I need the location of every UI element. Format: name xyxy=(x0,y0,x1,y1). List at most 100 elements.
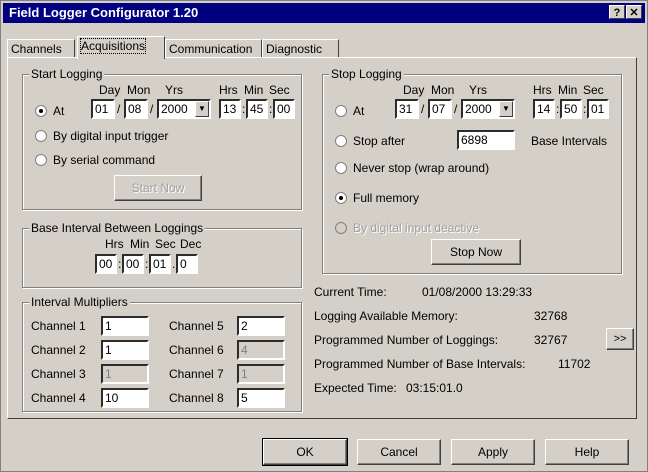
start-sec-header: Sec xyxy=(269,83,290,97)
time-separator: : xyxy=(269,102,273,116)
start-sec-field[interactable]: 00 xyxy=(273,99,295,119)
num-loggings-label: Programmed Number of Loggings: xyxy=(314,333,499,347)
configurator-window: Field Logger Configurator 1.20 ? ✕ Chann… xyxy=(0,0,648,472)
tab-acquisitions[interactable]: Acquisitions xyxy=(77,36,165,59)
channel-4-field[interactable]: 10 xyxy=(101,388,149,408)
time-separator: : xyxy=(556,102,560,116)
interval-multipliers-title: Interval Multipliers xyxy=(29,295,130,309)
channel-8-label: Channel 8 xyxy=(169,391,224,405)
num-base-label: Programmed Number of Base Intervals: xyxy=(314,357,526,371)
stop-hrs-header: Hrs xyxy=(533,83,552,97)
base-sec-field[interactable]: 01 xyxy=(149,254,171,274)
stop-hrs-field[interactable]: 14 xyxy=(533,99,555,119)
stop-mon-header: Mon xyxy=(431,83,455,97)
channel-4-label: Channel 4 xyxy=(31,391,86,405)
apply-button[interactable]: Apply xyxy=(451,439,535,465)
expected-time-label: Expected Time: xyxy=(314,381,397,395)
tab-communication[interactable]: Communication xyxy=(165,39,262,58)
start-mon-field[interactable]: 08 xyxy=(124,99,148,119)
stop-after-field[interactable]: 6898 xyxy=(457,130,515,150)
radio-icon xyxy=(35,154,47,166)
tab-channels-label: Channels xyxy=(11,42,62,56)
start-yrs-header: Yrs xyxy=(165,83,183,97)
date-separator: / xyxy=(150,102,154,116)
time-separator: : xyxy=(583,102,587,116)
tab-diagnostic[interactable]: Diagnostic xyxy=(262,39,339,58)
date-separator: / xyxy=(454,102,458,116)
base-min-header: Min xyxy=(130,237,150,251)
radio-icon xyxy=(35,130,47,142)
channel-3-label: Channel 3 xyxy=(31,367,86,381)
stop-logging-title: Stop Logging xyxy=(329,67,404,81)
tab-acquisitions-label: Acquisitions xyxy=(79,38,147,54)
start-day-field[interactable]: 01 xyxy=(91,99,115,119)
start-yrs-select[interactable]: 2000 ▼ xyxy=(157,99,211,119)
never-stop-label: Never stop (wrap around) xyxy=(353,161,490,175)
title-bar: Field Logger Configurator 1.20 ? ✕ xyxy=(3,3,645,23)
help-title-button[interactable]: ? xyxy=(609,5,625,19)
stop-yrs-header: Yrs xyxy=(469,83,487,97)
expected-time-value: 03:15:01.0 xyxy=(406,381,463,395)
start-now-button[interactable]: Start Now xyxy=(114,175,202,201)
channel-2-field[interactable]: 1 xyxy=(101,340,149,360)
current-time-label: Current Time: xyxy=(314,285,387,299)
radio-icon xyxy=(335,222,347,234)
channel-5-label: Channel 5 xyxy=(169,319,224,333)
base-interval-title: Base Interval Between Loggings xyxy=(29,221,206,235)
memory-value: 32768 xyxy=(534,309,568,323)
radio-selected-icon xyxy=(35,105,47,117)
channel-5-field[interactable]: 2 xyxy=(237,316,285,336)
stop-mon-field[interactable]: 07 xyxy=(428,99,452,119)
base-hrs-field[interactable]: 00 xyxy=(95,254,117,274)
stop-logging-group: Stop Logging Day Mon Yrs Hrs Min Sec At … xyxy=(322,67,622,274)
digital-deactive-label: By digital input deactive xyxy=(353,221,480,235)
stop-sec-field[interactable]: 01 xyxy=(587,99,609,119)
date-separator: / xyxy=(421,102,425,116)
channel-7-field: 1 xyxy=(237,364,285,384)
base-hrs-header: Hrs xyxy=(105,237,124,251)
channel-6-label: Channel 6 xyxy=(169,343,224,357)
time-separator: : xyxy=(118,257,122,271)
start-min-field[interactable]: 45 xyxy=(246,99,268,119)
base-dec-field[interactable]: 0 xyxy=(176,254,198,274)
stop-yrs-select[interactable]: 2000 ▼ xyxy=(461,99,515,119)
radio-icon xyxy=(335,105,347,117)
start-serial-label: By serial command xyxy=(53,153,156,167)
acquisitions-panel: Start Logging Day Mon Yrs Hrs Min Sec At… xyxy=(7,57,637,419)
start-digital-label: By digital input trigger xyxy=(53,129,169,143)
base-sec-header: Sec xyxy=(155,237,176,251)
radio-icon xyxy=(335,135,347,147)
channel-1-field[interactable]: 1 xyxy=(101,316,149,336)
full-memory-label: Full memory xyxy=(353,191,420,205)
close-icon[interactable]: ✕ xyxy=(626,5,642,19)
tab-channels[interactable]: Channels xyxy=(7,39,75,58)
help-button[interactable]: Help xyxy=(545,439,629,465)
memory-label: Logging Available Memory: xyxy=(314,309,458,323)
channel-7-label: Channel 7 xyxy=(169,367,224,381)
stop-after-label: Stop after xyxy=(353,134,406,148)
base-min-field[interactable]: 00 xyxy=(122,254,144,274)
start-hrs-field[interactable]: 13 xyxy=(219,99,241,119)
stop-min-field[interactable]: 50 xyxy=(560,99,582,119)
start-min-header: Min xyxy=(244,83,264,97)
cancel-button[interactable]: Cancel xyxy=(357,439,441,465)
ok-button[interactable]: OK xyxy=(262,438,348,466)
stop-day-field[interactable]: 31 xyxy=(395,99,419,119)
stop-now-button[interactable]: Stop Now xyxy=(431,239,521,265)
dropdown-arrow-icon[interactable]: ▼ xyxy=(195,101,209,117)
channel-6-field: 4 xyxy=(237,340,285,360)
base-dec-header: Dec xyxy=(180,237,202,251)
dropdown-arrow-icon[interactable]: ▼ xyxy=(499,101,513,117)
time-separator: : xyxy=(145,257,149,271)
more-button[interactable]: >> xyxy=(606,328,634,350)
channel-8-field[interactable]: 5 xyxy=(237,388,285,408)
start-day-header: Day xyxy=(99,83,121,97)
decimal-separator: . xyxy=(172,257,176,271)
start-yrs-value: 2000 xyxy=(161,102,188,116)
stop-at-label: At xyxy=(353,104,365,118)
base-interval-group: Base Interval Between Loggings Hrs Min S… xyxy=(22,221,302,288)
radio-selected-icon xyxy=(335,192,347,204)
tab-diagnostic-label: Diagnostic xyxy=(266,42,323,56)
stop-min-header: Min xyxy=(558,83,578,97)
start-mon-header: Mon xyxy=(127,83,151,97)
